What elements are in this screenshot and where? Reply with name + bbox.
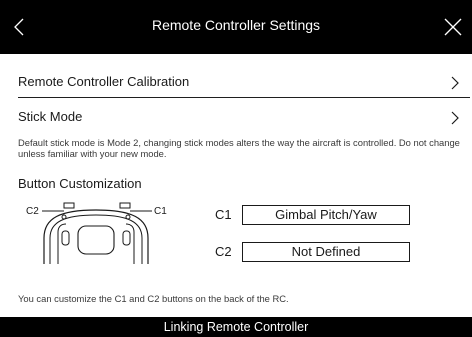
c2-label: C2 — [215, 244, 232, 259]
linking-remote-controller-button[interactable]: Linking Remote Controller — [0, 317, 472, 337]
button-customization-title: Button Customization — [18, 176, 142, 191]
stick-mode-row[interactable]: Stick Mode — [18, 107, 462, 127]
button-customization-note: You can customize the C1 and C2 buttons … — [18, 293, 289, 304]
remote-controller-diagram: C2 C1 — [26, 202, 167, 264]
divider — [18, 97, 470, 98]
diagram-c2-label: C2 — [26, 206, 39, 217]
c1-function-button[interactable]: Gimbal Pitch/Yaw — [242, 205, 410, 225]
diagram-c1-label: C1 — [154, 206, 167, 217]
top-bar: Remote Controller Settings — [0, 0, 472, 54]
stick-mode-description: Default stick mode is Mode 2, changing s… — [18, 137, 460, 159]
c2-function-button[interactable]: Not Defined — [242, 242, 410, 262]
chevron-right-icon — [451, 111, 459, 125]
stick-mode-label: Stick Mode — [18, 109, 83, 124]
page-title: Remote Controller Settings — [151, 17, 321, 33]
calibration-row[interactable]: Remote Controller Calibration — [18, 72, 462, 92]
calibration-label: Remote Controller Calibration — [18, 74, 190, 89]
close-icon[interactable] — [441, 15, 465, 39]
c1-label: C1 — [215, 207, 232, 222]
chevron-right-icon — [451, 76, 459, 90]
footer-label: Linking Remote Controller — [163, 320, 309, 334]
